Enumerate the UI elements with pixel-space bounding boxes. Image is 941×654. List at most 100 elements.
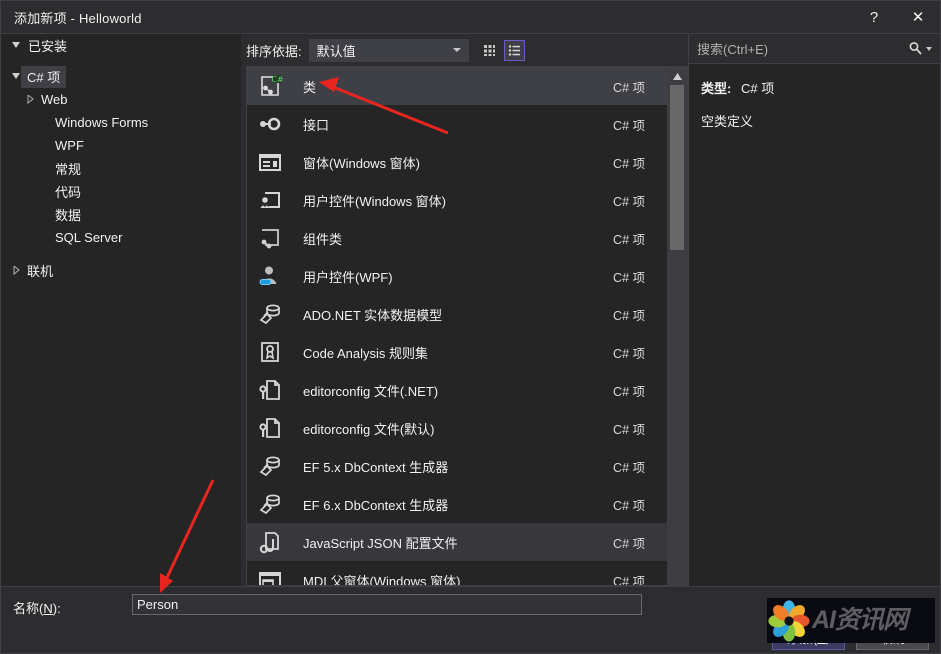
search-controls (908, 41, 932, 56)
search-input[interactable]: 搜索(Ctrl+E) (689, 39, 768, 58)
list-item-label: EF 5.x DbContext 生成器 (303, 459, 449, 475)
list-item-kind: C# 项 (613, 498, 645, 513)
sidebar-item-web[interactable]: Web (1, 88, 241, 111)
sidebar-item-label: 数据 (55, 208, 82, 223)
list-item[interactable]: 窗体(Windows 窗体) C# 项 (247, 143, 669, 181)
tree-root-installed[interactable]: 已安装 (1, 34, 241, 57)
list-item[interactable]: MDI 父窗体(Windows 窗体) C# 项 (247, 561, 669, 585)
sidebar-item-online[interactable]: 联机 (1, 259, 241, 282)
expander-right-icon (9, 264, 23, 278)
flower-logo (768, 599, 810, 642)
list-item-label: Code Analysis 规则集 (303, 345, 428, 361)
grid-view-button[interactable] (479, 40, 500, 61)
template-list-panel: 排序依据: 默认值 C# 类 C# 项 接口 C# 项 窗体(Windows 窗… (241, 34, 688, 586)
add-new-item-dialog: 添加新项 - Helloworld ? ✕ 已安装 C# 项 Web Windo… (0, 0, 941, 654)
list-view-icon (508, 44, 520, 56)
name-label-accesskey: N (43, 601, 53, 616)
ef-dbcontext-icon (255, 489, 285, 519)
sidebar-item-data[interactable]: 数据 (1, 203, 241, 226)
list-item-kind: C# 项 (613, 536, 645, 551)
list-item[interactable]: 接口 C# 项 (247, 105, 669, 143)
scrollbar-thumb[interactable] (670, 85, 684, 250)
sort-by-label: 排序依据: (246, 43, 302, 59)
list-item-kind: C# 项 (613, 232, 645, 247)
list-item[interactable]: editorconfig 文件(默认) C# 项 (247, 409, 669, 447)
list-item-label: MDI 父窗体(Windows 窗体) (303, 573, 461, 586)
list-item[interactable]: 组件类 C# 项 (247, 219, 669, 257)
usercontrol-wpf-icon (255, 261, 285, 291)
list-item[interactable]: EF 5.x DbContext 生成器 C# 项 (247, 447, 669, 485)
list-item-label: 窗体(Windows 窗体) (303, 155, 421, 171)
template-list: C# 类 C# 项 接口 C# 项 窗体(Windows 窗体) C# 项 用户… (246, 66, 688, 586)
sidebar-item-csharp[interactable]: C# 项 (1, 65, 241, 88)
close-button[interactable]: ✕ (896, 1, 940, 34)
list-item[interactable]: JavaScript JSON 配置文件 C# 项 (247, 523, 669, 561)
list-item-kind: C# 项 (613, 308, 645, 323)
details-panel: 搜索(Ctrl+E) 类型: C# 项 空类定义 (688, 34, 940, 586)
list-item-kind: C# 项 (613, 574, 645, 586)
name-label-prefix: 名称( (13, 601, 44, 616)
list-item-label: 接口 (303, 117, 330, 133)
list-item-kind: C# 项 (613, 118, 645, 133)
ruleset-icon (255, 337, 285, 367)
editorconfig-icon (255, 413, 285, 443)
list-item[interactable]: Code Analysis 规则集 C# 项 (247, 333, 669, 371)
template-list-scrollbar[interactable] (667, 67, 687, 585)
class-icon: C# (255, 71, 285, 101)
json-config-icon (255, 527, 285, 557)
list-item[interactable]: 用户控件(Windows 窗体) C# 项 (247, 181, 669, 219)
title-bar: 添加新项 - Helloworld ? ✕ (1, 1, 940, 34)
window-controls: ? ✕ (852, 1, 940, 34)
sidebar-item-label: 常规 (55, 162, 82, 177)
name-input[interactable] (132, 594, 642, 615)
name-field-label: 名称(N): (13, 598, 61, 617)
sidebar-item-label: 代码 (55, 185, 82, 200)
list-item-kind: C# 项 (613, 422, 645, 437)
sort-by-dropdown[interactable]: 默认值 (308, 38, 469, 62)
sidebar-item-general[interactable]: 常规 (1, 157, 241, 180)
help-button[interactable]: ? (852, 1, 896, 34)
list-item-kind: C# 项 (613, 346, 645, 361)
list-item[interactable]: C# 类 C# 项 (247, 67, 669, 105)
list-view-button[interactable] (503, 39, 525, 61)
detail-type-label: 类型: (701, 81, 732, 96)
template-details: 类型: C# 项 空类定义 (688, 64, 940, 586)
list-item-label: 用户控件(Windows 窗体) (303, 193, 447, 209)
list-item-kind: C# 项 (613, 194, 645, 209)
winform-icon (255, 147, 285, 177)
window-title: 添加新项 - Helloworld (14, 10, 142, 26)
scroll-up-arrow-icon[interactable] (667, 67, 687, 85)
list-item[interactable]: ADO.NET 实体数据模型 C# 项 (247, 295, 669, 333)
editorconfig-icon (255, 375, 285, 405)
list-item-label: JavaScript JSON 配置文件 (303, 535, 458, 551)
list-item[interactable]: EF 6.x DbContext 生成器 C# 项 (247, 485, 669, 523)
svg-text:C#: C# (271, 75, 283, 84)
sidebar-item-label: Windows Forms (55, 115, 149, 130)
sort-by-value: 默认值 (316, 43, 356, 59)
list-item[interactable]: 用户控件(WPF) C# 项 (247, 257, 669, 295)
grid-view-icon (483, 44, 495, 56)
ef-dbcontext-icon (255, 451, 285, 481)
sidebar-item-wpf[interactable]: WPF (1, 134, 241, 157)
search-box[interactable]: 搜索(Ctrl+E) (688, 34, 940, 64)
template-list-scroll-content: C# 类 C# 项 接口 C# 项 窗体(Windows 窗体) C# 项 用户… (247, 67, 669, 585)
list-item-label: editorconfig 文件(.NET) (303, 383, 439, 399)
sidebar-item-sql-server[interactable]: SQL Server (1, 226, 241, 249)
sidebar-item-label: SQL Server (55, 230, 123, 245)
sidebar-item-label: WPF (55, 138, 84, 153)
sidebar-item-code[interactable]: 代码 (1, 180, 241, 203)
sidebar-item-label: Web (41, 92, 68, 107)
sidebar-item-label: 联机 (27, 264, 54, 279)
sidebar-item-windows-forms[interactable]: Windows Forms (1, 111, 241, 134)
chevron-down-icon[interactable] (926, 46, 932, 51)
watermark-overlay: AI资讯网 (767, 598, 935, 643)
list-item-label: editorconfig 文件(默认) (303, 421, 435, 437)
list-item-kind: C# 项 (613, 80, 645, 95)
ado-net-entity-model-icon (255, 299, 285, 329)
component-class-icon (255, 223, 285, 253)
sidebar-item-label: C# 项 (21, 65, 67, 88)
list-item-label: 类 (303, 79, 317, 95)
search-icon[interactable] (908, 41, 923, 56)
list-item-label: 用户控件(WPF) (303, 269, 393, 285)
list-item[interactable]: editorconfig 文件(.NET) C# 项 (247, 371, 669, 409)
